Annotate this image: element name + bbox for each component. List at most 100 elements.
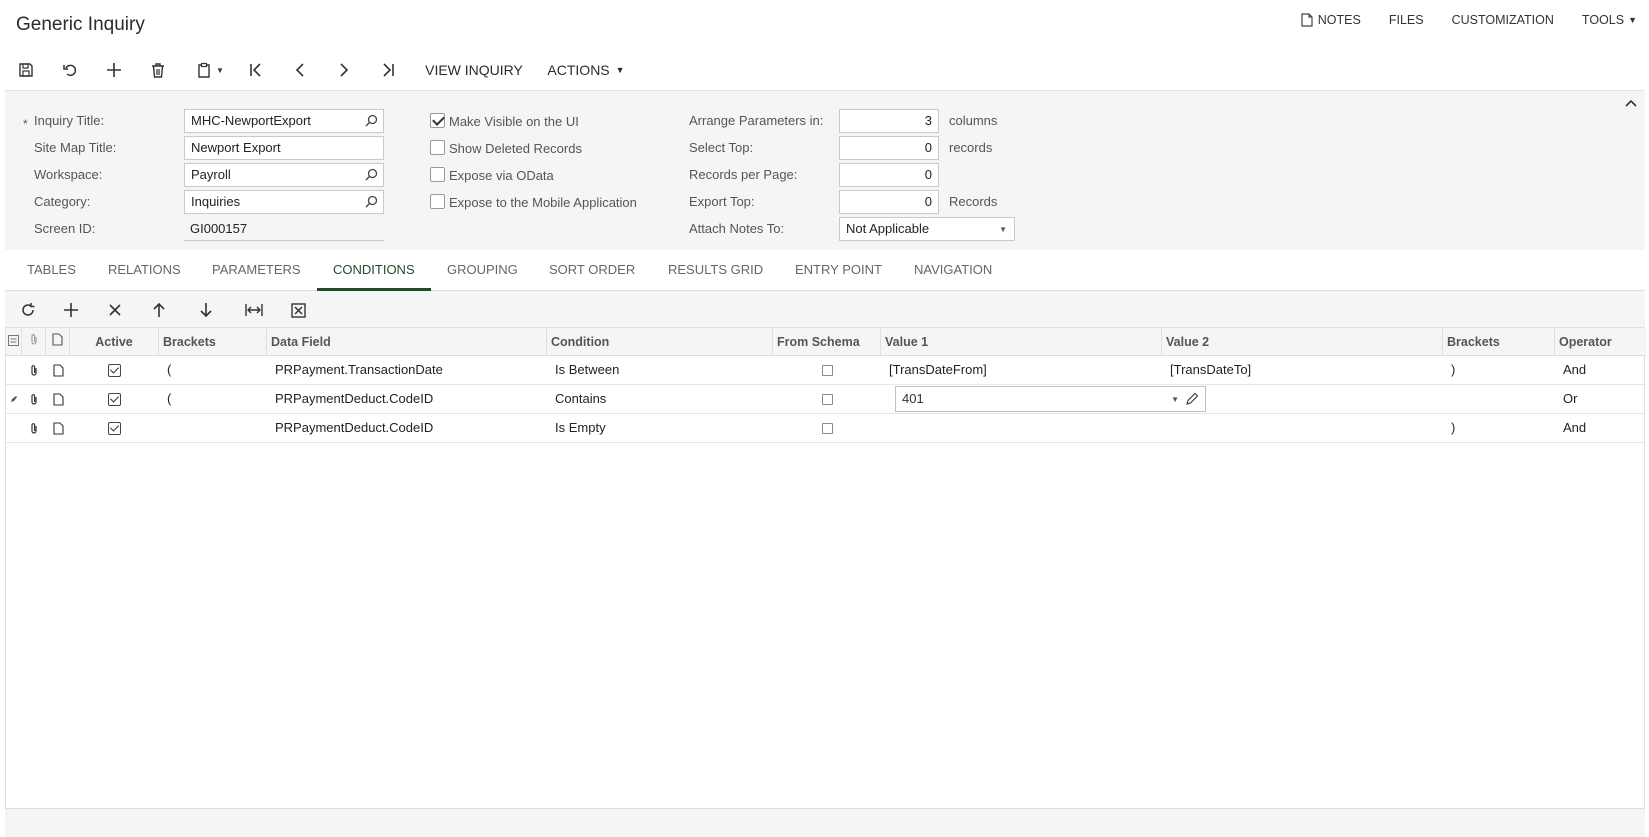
value1-cell[interactable]: [TransDateFrom] [881, 356, 1162, 384]
value1-cell[interactable] [881, 414, 1162, 442]
data-field-cell[interactable]: PRPayment.TransactionDate [267, 356, 547, 384]
value2-cell[interactable] [1162, 414, 1443, 442]
notes-link[interactable]: NOTES [1301, 13, 1361, 27]
from-schema-checkbox[interactable] [821, 422, 833, 434]
brackets-open-cell[interactable] [159, 414, 267, 442]
tab-navigation[interactable]: NAVIGATION [914, 250, 992, 291]
undo-button[interactable] [58, 56, 82, 84]
first-record-button[interactable] [244, 56, 268, 84]
make-visible-checkbox[interactable] [430, 113, 445, 128]
last-record-button[interactable] [376, 56, 400, 84]
brackets-open-cell[interactable]: ( [159, 385, 267, 413]
attachment-cell[interactable] [22, 356, 46, 384]
attach-notes-select[interactable]: Not Applicable ▼ [839, 217, 1015, 241]
refresh-button[interactable] [16, 298, 40, 322]
col-active[interactable]: Active [70, 328, 159, 356]
view-inquiry-button[interactable]: VIEW INQUIRY [424, 56, 524, 84]
active-cell[interactable] [70, 356, 159, 384]
site-map-title-field[interactable]: Newport Export [184, 136, 384, 160]
expose-odata-checkbox[interactable] [430, 167, 445, 182]
brackets-open-cell[interactable]: ( [159, 356, 267, 384]
from-schema-cell[interactable] [773, 385, 881, 413]
brackets-close-cell[interactable] [1443, 385, 1555, 413]
from-schema-cell[interactable] [773, 356, 881, 384]
add-button[interactable] [102, 56, 126, 84]
move-up-button[interactable] [147, 298, 171, 322]
export-top-field[interactable]: 0 [839, 190, 939, 214]
value1-editor[interactable]: 401 ▼ [895, 386, 1206, 412]
show-deleted-checkbox[interactable] [430, 140, 445, 155]
delete-button[interactable] [146, 56, 170, 84]
workspace-field[interactable]: Payroll [184, 163, 384, 187]
select-all-header[interactable] [6, 328, 22, 356]
clipboard-button[interactable]: ▼ [192, 56, 228, 84]
search-icon[interactable] [365, 195, 378, 208]
operator-cell[interactable]: Or [1555, 385, 1646, 413]
active-cell[interactable] [70, 385, 159, 413]
fit-columns-button[interactable] [242, 298, 266, 322]
actions-menu[interactable]: ACTIONS ▼ [546, 56, 626, 84]
from-schema-checkbox[interactable] [821, 393, 833, 405]
brackets-close-cell[interactable]: ) [1443, 414, 1555, 442]
caret-down-icon[interactable]: ▼ [1171, 395, 1179, 404]
select-top-field[interactable]: 0 [839, 136, 939, 160]
col-data-field[interactable]: Data Field [267, 328, 547, 356]
tab-parameters[interactable]: PARAMETERS [212, 250, 301, 291]
operator-cell[interactable]: And [1555, 414, 1646, 442]
customization-link[interactable]: CUSTOMIZATION [1452, 13, 1554, 27]
tab-sort-order[interactable]: SORT ORDER [549, 250, 635, 291]
col-condition[interactable]: Condition [547, 328, 773, 356]
tab-conditions[interactable]: CONDITIONS [317, 250, 431, 291]
data-field-cell[interactable]: PRPaymentDeduct.CodeID [267, 414, 547, 442]
export-excel-button[interactable] [286, 298, 310, 322]
table-row[interactable]: PRPaymentDeduct.CodeID Is Empty ) And [6, 414, 1646, 443]
col-brackets-open[interactable]: Brackets [159, 328, 267, 356]
data-field-cell[interactable]: PRPaymentDeduct.CodeID [267, 385, 547, 413]
arrange-params-field[interactable]: 3 [839, 109, 939, 133]
search-icon[interactable] [365, 168, 378, 181]
col-from-schema[interactable]: From Schema [773, 328, 881, 356]
tab-relations[interactable]: RELATIONS [108, 250, 181, 291]
condition-cell[interactable]: Is Empty [547, 414, 773, 442]
tab-results-grid[interactable]: RESULTS GRID [668, 250, 763, 291]
note-cell[interactable] [46, 414, 70, 442]
attachment-cell[interactable] [22, 414, 46, 442]
active-checkbox[interactable] [108, 421, 121, 435]
note-cell[interactable] [46, 385, 70, 413]
col-brackets-close[interactable]: Brackets [1443, 328, 1555, 356]
active-checkbox[interactable] [108, 363, 121, 377]
tab-tables[interactable]: TABLES [27, 250, 76, 291]
collapse-button[interactable] [1625, 95, 1637, 113]
table-row[interactable]: ( PRPaymentDeduct.CodeID Contains 401 ▼ … [6, 385, 1646, 414]
col-value1[interactable]: Value 1 [881, 328, 1162, 356]
condition-cell[interactable]: Contains [547, 385, 773, 413]
save-button[interactable] [14, 56, 38, 84]
active-cell[interactable] [70, 414, 159, 442]
move-down-button[interactable] [194, 298, 218, 322]
condition-cell[interactable]: Is Between [547, 356, 773, 384]
inquiry-title-field[interactable]: MHC-NewportExport [184, 109, 384, 133]
expose-mobile-checkbox[interactable] [430, 194, 445, 209]
files-link[interactable]: FILES [1389, 13, 1424, 27]
from-schema-checkbox[interactable] [821, 364, 833, 376]
col-operator[interactable]: Operator [1555, 328, 1646, 356]
records-per-page-field[interactable]: 0 [839, 163, 939, 187]
tab-grouping[interactable]: GROUPING [447, 250, 518, 291]
operator-cell[interactable]: And [1555, 356, 1646, 384]
delete-row-button[interactable] [103, 298, 127, 322]
note-cell[interactable] [46, 356, 70, 384]
table-row[interactable]: ( PRPayment.TransactionDate Is Between [… [6, 356, 1646, 385]
tab-entry-point[interactable]: ENTRY POINT [795, 250, 882, 291]
tools-menu[interactable]: TOOLS ▼ [1582, 13, 1637, 27]
next-record-button[interactable] [332, 56, 356, 84]
value2-cell[interactable]: [TransDateTo] [1162, 356, 1443, 384]
search-icon[interactable] [365, 114, 378, 127]
brackets-close-cell[interactable]: ) [1443, 356, 1555, 384]
from-schema-cell[interactable] [773, 414, 881, 442]
attachment-cell[interactable] [22, 385, 46, 413]
pencil-icon[interactable] [1185, 392, 1199, 406]
col-value2[interactable]: Value 2 [1162, 328, 1443, 356]
active-checkbox[interactable] [108, 392, 121, 406]
previous-record-button[interactable] [288, 56, 312, 84]
add-row-button[interactable] [59, 298, 83, 322]
